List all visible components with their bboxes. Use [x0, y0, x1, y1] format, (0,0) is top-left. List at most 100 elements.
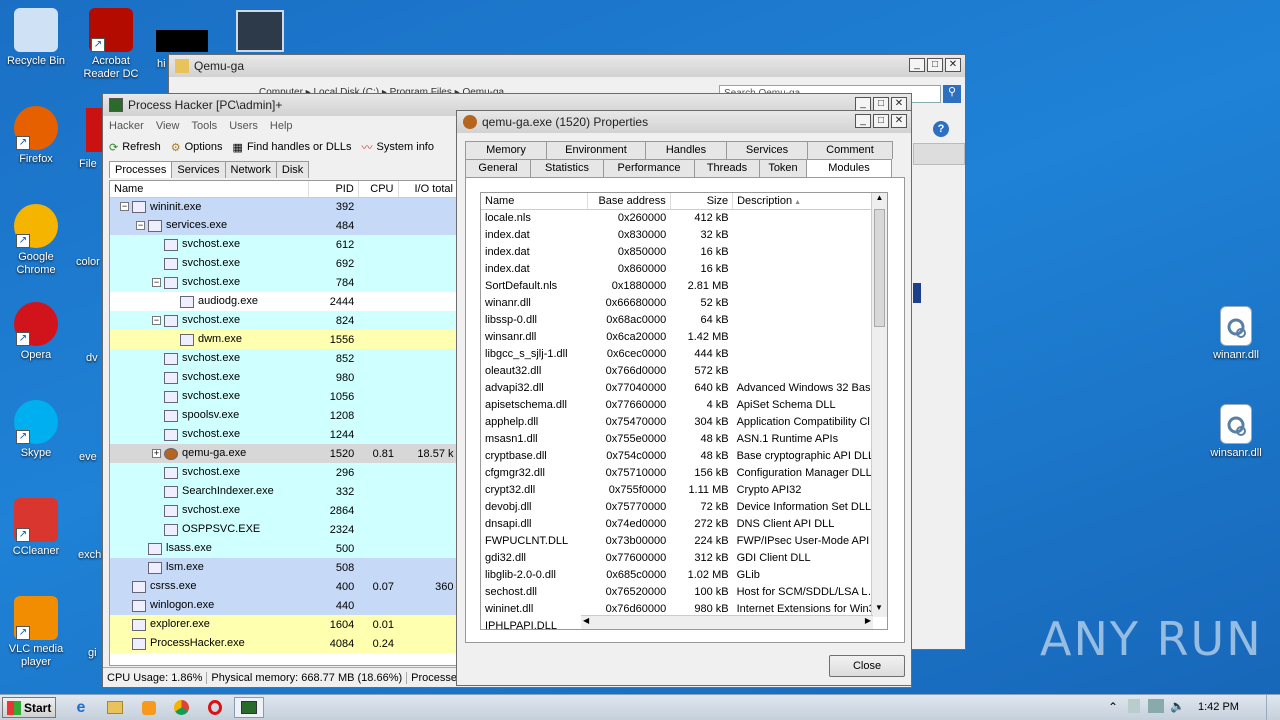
tab-modules[interactable]: Modules [806, 159, 892, 177]
expand-icon[interactable]: + [152, 449, 161, 459]
properties-window[interactable]: qemu-ga.exe (1520) Properties _ □ ✕ Memo… [456, 110, 912, 686]
table-row[interactable]: svchost.exe 296 [110, 463, 458, 482]
system-info-button[interactable]: 〰 System info [362, 139, 434, 155]
maximize-button[interactable]: □ [873, 114, 889, 128]
horizontal-scrollbar[interactable]: ◀ ▶ [581, 615, 873, 629]
menu-item-tools[interactable]: Tools [192, 120, 218, 132]
scroll-down-icon[interactable]: ▼ [872, 603, 886, 617]
tab-statistics[interactable]: Statistics [530, 159, 604, 177]
vertical-scrollbar[interactable]: ▲ ▼ [871, 193, 887, 617]
desktop-icon-ccleaner[interactable]: ↗ CCleaner [0, 498, 72, 558]
table-row[interactable]: cfgmgr32.dll 0x75710000 156 kB Configuratio… [481, 464, 887, 481]
tab-comment[interactable]: Comment [807, 141, 893, 159]
desktop-icon-vlc[interactable]: ↗ VLC media player [0, 596, 72, 669]
scroll-thumb[interactable] [874, 209, 885, 327]
table-row[interactable]: explorer.exe 1604 0.01 [110, 615, 458, 634]
chrome-taskbar-icon[interactable] [166, 697, 196, 718]
help-icon[interactable]: ? [933, 121, 949, 137]
explorer-titlebar[interactable]: Qemu-ga _ □ ✕ [169, 55, 965, 77]
table-row[interactable]: audiodg.exe 2444 [110, 292, 458, 311]
refresh-button[interactable]: ⟳ Refresh [109, 141, 161, 154]
system-monitor-icon[interactable] [236, 10, 284, 52]
column-header[interactable]: Name [110, 181, 310, 198]
column-header[interactable]: Base address [587, 193, 671, 210]
desktop-icon-recycle-bin[interactable]: Recycle Bin [0, 8, 72, 68]
find-handles-button[interactable]: ▦ Find handles or DLLs [233, 141, 352, 154]
table-row[interactable]: libgcc_s_sjlj-1.dll 0x6cec0000 444 kB [481, 345, 887, 362]
table-row[interactable]: svchost.exe 692 [110, 254, 458, 273]
collapse-icon[interactable]: − [152, 316, 161, 326]
show-hidden-icons[interactable]: ⌃ [1108, 700, 1118, 714]
options-button[interactable]: ⚙ Options [171, 141, 223, 154]
table-row[interactable]: winsanr.dll 0x6ca20000 1.42 MB [481, 328, 887, 345]
table-row[interactable]: − svchost.exe 784 [110, 273, 458, 292]
desktop-icon-winsanr[interactable]: winsanr.dll [1200, 404, 1272, 460]
tab-handles[interactable]: Handles [645, 141, 727, 159]
collapse-icon[interactable]: − [136, 221, 145, 231]
explorer-icon[interactable] [100, 697, 130, 718]
tab-disk[interactable]: Disk [275, 161, 310, 178]
table-row[interactable]: winanr.dll 0x66680000 52 kB [481, 294, 887, 311]
table-row[interactable]: sechost.dll 0x76520000 100 kB Host for SCM/… [481, 583, 887, 600]
properties-titlebar[interactable]: qemu-ga.exe (1520) Properties _ □ ✕ [457, 111, 911, 133]
table-row[interactable]: gdi32.dll 0x77600000 312 kB GDI Client DLL [481, 549, 887, 566]
menu-item-hacker[interactable]: Hacker [109, 120, 144, 132]
table-row[interactable]: svchost.exe 2864 [110, 501, 458, 520]
column-header[interactable]: Description ▲ [732, 193, 887, 210]
table-row[interactable]: − services.exe 484 [110, 216, 458, 235]
scroll-left-icon[interactable]: ◀ [583, 616, 589, 625]
desktop-icon-opera[interactable]: ↗ Opera [0, 302, 72, 362]
minimize-button[interactable]: _ [909, 58, 925, 72]
table-row[interactable]: lsm.exe 508 [110, 558, 458, 577]
tab-token[interactable]: Token [759, 159, 807, 177]
table-row[interactable]: advapi32.dll 0x77040000 640 kB Advanced Win… [481, 379, 887, 396]
table-row[interactable]: libglib-2.0-0.dll 0x685c0000 1.02 MB GLib [481, 566, 887, 583]
table-row[interactable]: svchost.exe 1056 [110, 387, 458, 406]
file-icon[interactable] [86, 108, 102, 152]
close-dialog-button[interactable]: Close [829, 655, 905, 677]
table-row[interactable]: apphelp.dll 0x75470000 304 kB Application C… [481, 413, 887, 430]
table-row[interactable]: msasn1.dll 0x755e0000 48 kB ASN.1 Runtime A… [481, 430, 887, 447]
volume-icon[interactable]: 🔈 [1170, 699, 1185, 713]
menu-item-help[interactable]: Help [270, 120, 293, 132]
table-row[interactable]: svchost.exe 612 [110, 235, 458, 254]
table-row[interactable]: dwm.exe 1556 [110, 330, 458, 349]
collapse-icon[interactable]: − [152, 278, 161, 288]
table-row[interactable]: apisetschema.dll 0x77660000 4 kB ApiSet Sch… [481, 396, 887, 413]
tab-processes[interactable]: Processes [109, 161, 173, 178]
tab-performance[interactable]: Performance [603, 159, 695, 177]
close-button[interactable]: ✕ [945, 58, 961, 72]
show-desktop-button[interactable] [1266, 695, 1280, 720]
desktop-icon-chrome[interactable]: ↗ Google Chrome [0, 204, 72, 277]
tab-network[interactable]: Network [224, 161, 277, 178]
maximize-button[interactable]: □ [873, 97, 889, 111]
tab-environment[interactable]: Environment [546, 141, 646, 159]
table-row[interactable]: csrss.exe 400 0.07 360 [110, 577, 458, 596]
table-row[interactable]: lsass.exe 500 [110, 539, 458, 558]
table-row[interactable]: + qemu-ga.exe 1520 0.81 18.57 k [110, 444, 458, 463]
scroll-right-icon[interactable]: ▶ [865, 616, 871, 625]
table-row[interactable]: − svchost.exe 824 [110, 311, 458, 330]
table-row[interactable]: index.dat 0x850000 16 kB [481, 243, 887, 260]
table-row[interactable]: svchost.exe 1244 [110, 425, 458, 444]
table-row[interactable]: index.dat 0x830000 32 kB [481, 226, 887, 243]
close-button[interactable]: ✕ [891, 114, 907, 128]
network-icon[interactable] [1148, 699, 1164, 713]
table-row[interactable]: libssp-0.dll 0x68ac0000 64 kB [481, 311, 887, 328]
table-row[interactable]: SortDefault.nls 0x1880000 2.81 MB [481, 277, 887, 294]
opera-taskbar-icon[interactable] [200, 697, 230, 718]
table-row[interactable]: − wininit.exe 392 [110, 197, 458, 216]
tab-memory[interactable]: Memory [465, 141, 547, 159]
column-header[interactable]: CPU [358, 181, 399, 198]
desktop-icon-skype[interactable]: ↗ Skype [0, 400, 72, 460]
menu-item-view[interactable]: View [156, 120, 180, 132]
scroll-up-icon[interactable]: ▲ [872, 193, 887, 207]
minimize-button[interactable]: _ [855, 114, 871, 128]
hidden-icon[interactable] [156, 30, 208, 52]
table-row[interactable]: spoolsv.exe 1208 [110, 406, 458, 425]
column-header[interactable]: PID [308, 181, 359, 198]
table-row[interactable]: index.dat 0x860000 16 kB [481, 260, 887, 277]
table-row[interactable]: OSPPSVC.EXE 2324 [110, 520, 458, 539]
maximize-button[interactable]: □ [927, 58, 943, 72]
table-row[interactable]: SearchIndexer.exe 332 [110, 482, 458, 501]
